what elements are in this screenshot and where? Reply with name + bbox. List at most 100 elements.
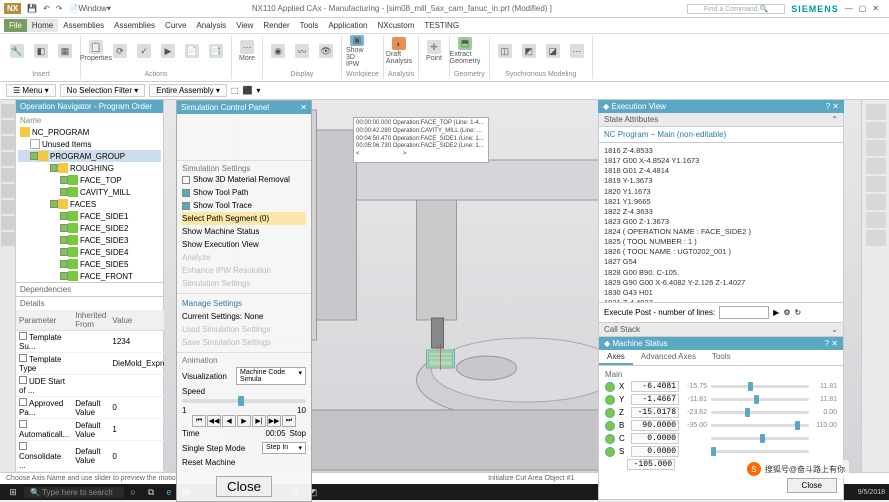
rs-4-icon[interactable]	[866, 158, 886, 174]
fwd-full-icon[interactable]: ⏭	[282, 415, 296, 427]
show-ipw-icon[interactable]: ▣Show 3D IPW	[346, 37, 368, 65]
selection-scope[interactable]: Entire Assembly ▾	[149, 84, 227, 97]
exec-x1-icon[interactable]: ⚙	[783, 308, 790, 317]
axis-slider[interactable]	[711, 385, 809, 388]
rs-1-icon[interactable]	[866, 104, 886, 120]
rb-nav-icon[interactable]	[1, 104, 15, 118]
maximize-icon[interactable]: ▢	[859, 4, 867, 13]
menu-home[interactable]: Home	[27, 19, 58, 32]
reset-machine-link[interactable]: Reset Machine	[182, 456, 306, 469]
details-row[interactable]: Template Su...1234	[16, 331, 178, 353]
exec-view-header[interactable]: ◆ Execution View? ✕	[598, 100, 844, 113]
manage-settings-link[interactable]: Manage Settings	[182, 297, 306, 310]
ms-close-icon[interactable]: ✕	[831, 339, 838, 348]
rb-extra1-icon[interactable]	[1, 200, 15, 214]
menu-application[interactable]: Application	[323, 19, 372, 32]
redo-icon[interactable]: ↷	[56, 4, 63, 13]
stop-button[interactable]: Stop	[290, 429, 306, 438]
tree-faces[interactable]: FACES	[18, 198, 161, 210]
play-icon[interactable]: ▶	[237, 415, 251, 427]
start-icon[interactable]: ⊞	[4, 485, 22, 499]
sel-tool-2[interactable]: ⬛	[242, 86, 252, 95]
rb-extra3-icon[interactable]	[1, 232, 15, 246]
speed-slider[interactable]	[182, 399, 306, 403]
shop-icon[interactable]: 📑	[205, 37, 227, 65]
menu-assemblies1[interactable]: Assemblies	[58, 19, 109, 32]
rs-2-icon[interactable]	[866, 122, 886, 138]
ms-tab-advanced[interactable]: Advanced Axes	[633, 350, 704, 365]
ms-header[interactable]: ◆ Machine Status? ✕	[599, 337, 843, 350]
tree-unused[interactable]: Unused Items	[18, 138, 161, 150]
sim-panel-close-icon[interactable]: ✕	[300, 103, 307, 112]
sim-close-button[interactable]: Close	[216, 476, 272, 497]
dependencies-section[interactable]: Dependencies	[16, 282, 163, 296]
show-execution-view-link[interactable]: Show Execution View	[182, 238, 306, 251]
sync2-icon[interactable]: ◩	[518, 37, 540, 65]
ms-tab-tools[interactable]: Tools	[704, 350, 739, 365]
draft-analysis-icon[interactable]: ◐Draft Analysis	[388, 37, 410, 65]
visualization-dropdown[interactable]: Machine Code Simula▾	[236, 367, 306, 385]
post-icon[interactable]: 📄	[181, 37, 203, 65]
generate-icon[interactable]: ⟳	[109, 37, 131, 65]
close-icon[interactable]: ✕	[872, 4, 879, 13]
axis-slider[interactable]	[711, 411, 809, 414]
command-finder[interactable]: Find a Command 🔍	[687, 4, 785, 14]
exec-x2-icon[interactable]: ↻	[795, 308, 802, 317]
menu-tools[interactable]: Tools	[295, 19, 324, 32]
tree-face_side3[interactable]: FACE_SIDE3	[18, 234, 161, 246]
rs-5-icon[interactable]	[866, 176, 886, 192]
fwd-icon[interactable]: ▶▶	[267, 415, 281, 427]
undo-icon[interactable]: ↶	[43, 4, 50, 13]
rb-browser-icon[interactable]	[1, 168, 15, 182]
verify-icon[interactable]: ✓	[133, 37, 155, 65]
taskbar-clock[interactable]: 9/5/2018	[858, 489, 885, 496]
details-row[interactable]: Consolidate ...Default Value0	[16, 441, 178, 472]
state-attributes-header[interactable]: State Attributes⌃	[598, 113, 844, 127]
minimize-icon[interactable]: —	[845, 4, 853, 13]
taskview-icon[interactable]: ⧉	[142, 485, 160, 499]
menu-render[interactable]: Render	[258, 19, 294, 32]
axis-slider[interactable]	[711, 437, 809, 440]
exec-lines-input[interactable]	[719, 306, 769, 319]
more-icon[interactable]: ⋯More	[236, 37, 258, 65]
tree-face_side2[interactable]: FACE_SIDE2	[18, 222, 161, 234]
rs-8-icon[interactable]	[866, 230, 886, 246]
exec-close-icon[interactable]: ✕	[832, 102, 839, 111]
create-tool-icon[interactable]: 🔧	[6, 37, 28, 65]
exec-help-icon[interactable]: ?	[826, 102, 830, 111]
tree-face_top[interactable]: FACE_TOP	[18, 174, 161, 186]
point-icon[interactable]: ✛Point	[423, 37, 445, 65]
rewind-full-icon[interactable]: ⏮	[192, 415, 206, 427]
menu-nxcustom[interactable]: NXcustom	[372, 19, 419, 32]
rb-reuse-icon[interactable]	[1, 136, 15, 150]
tree-face_front[interactable]: FACE_FRONT	[18, 270, 161, 282]
selection-filter[interactable]: No Selection Filter ▾	[60, 84, 146, 97]
rewind-icon[interactable]: ◀◀	[207, 415, 221, 427]
details-row[interactable]: Template TypeDieMold_Express	[16, 353, 178, 375]
taskbar-search[interactable]: 🔍 Type here to search	[24, 487, 124, 498]
sync1-icon[interactable]: ◫	[494, 37, 516, 65]
sync3-icon[interactable]: ◪	[542, 37, 564, 65]
save-icon[interactable]: 💾	[27, 4, 37, 13]
rb-roles-icon[interactable]	[1, 184, 15, 198]
sim-panel-header[interactable]: Simulation Control Panel✕	[177, 101, 311, 114]
rs-3-icon[interactable]	[866, 140, 886, 156]
menu-file[interactable]: File	[4, 19, 27, 32]
ms-help-icon[interactable]: ?	[825, 339, 829, 348]
sim-op-log[interactable]: 00:00:00.000 Operation:FACE_TOP (Line: 1…	[353, 117, 489, 163]
menu-view[interactable]: View	[231, 19, 258, 32]
rb-part-icon[interactable]	[1, 120, 15, 134]
tree-program-group[interactable]: PROGRAM_GROUP	[18, 150, 161, 162]
axis-slider[interactable]	[711, 450, 809, 453]
create-geom-icon[interactable]: ◧	[30, 37, 52, 65]
axis-slider[interactable]	[711, 424, 809, 427]
menu-assemblies2[interactable]: Assemblies	[109, 19, 160, 32]
menu-analysis[interactable]: Analysis	[191, 19, 231, 32]
menu-curve[interactable]: Curve	[160, 19, 191, 32]
show-machine-status-link[interactable]: Show Machine Status	[182, 225, 306, 238]
details-row[interactable]: Approved Pa...Default Value0	[16, 397, 178, 419]
extract-geom-icon[interactable]: ⬒Extract Geometry	[454, 37, 476, 65]
sel-tool-1[interactable]: ⬚	[231, 86, 239, 95]
disp-path-icon[interactable]: 〰	[291, 37, 313, 65]
window-dropdown[interactable]: 📄 Window ▾	[69, 4, 111, 13]
